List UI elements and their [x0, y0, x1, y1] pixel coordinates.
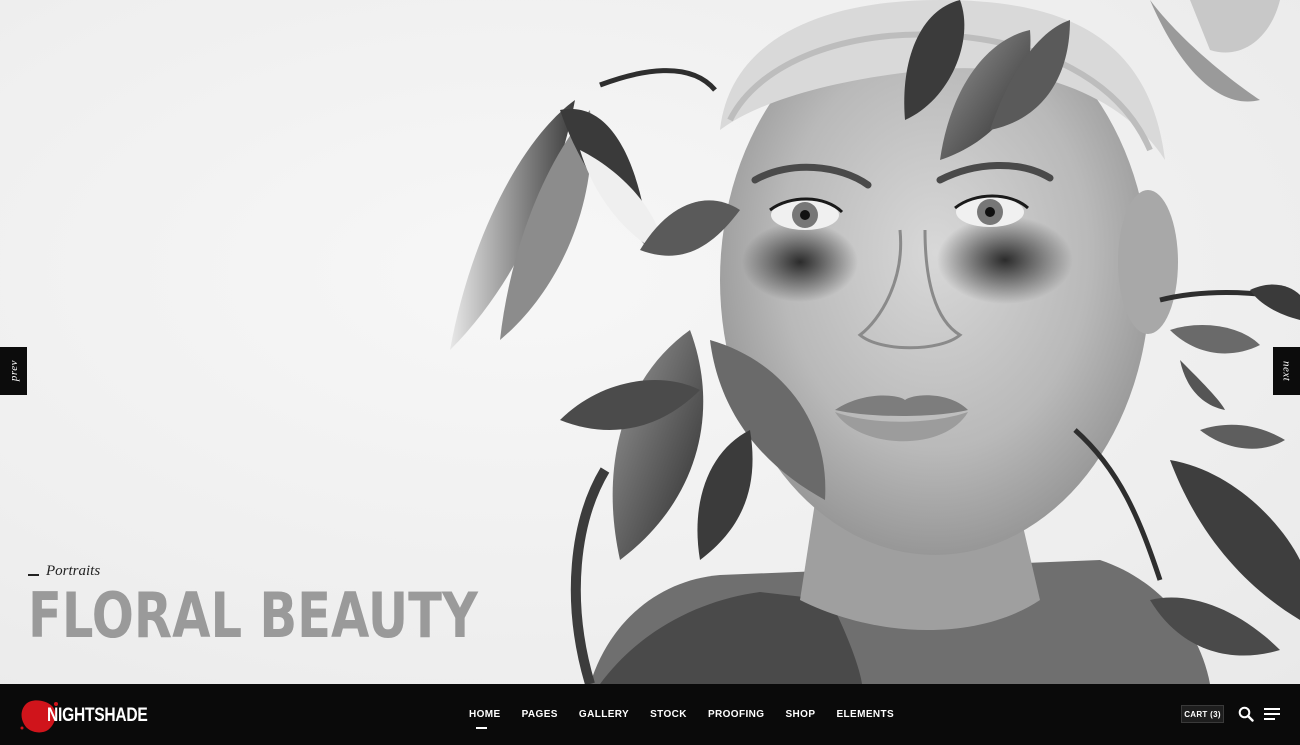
nav-gallery-label: GALLERY — [578, 709, 630, 720]
brand-logo[interactable]: NIGHTSHADE — [20, 698, 170, 734]
nav-stock-label: STOCK — [650, 709, 687, 720]
category-dash — [28, 574, 39, 576]
search-icon[interactable] — [1238, 706, 1254, 722]
nav-proofing-label: PROOFING — [707, 709, 765, 720]
bottom-navbar: NIGHTSHADE HOME PAGES GALLERY STOCK PROO… — [0, 684, 1300, 745]
active-indicator — [476, 727, 487, 729]
nav-pages-label: PAGES — [521, 709, 558, 720]
nav-pages[interactable]: PAGES — [522, 709, 558, 720]
main-menu: HOME PAGES GALLERY STOCK PROOFING SHOP E… — [469, 684, 915, 745]
nav-stock[interactable]: STOCK — [650, 709, 687, 720]
prev-slide-button[interactable]: prev — [0, 347, 27, 395]
nav-gallery[interactable]: GALLERY — [579, 709, 629, 720]
hamburger-menu-icon[interactable] — [1264, 708, 1280, 721]
next-label: next — [1280, 360, 1293, 382]
nav-elements[interactable]: ELEMENTS — [836, 709, 894, 720]
nav-home[interactable]: HOME — [469, 709, 501, 729]
cart-button[interactable]: CART (3) — [1181, 705, 1224, 723]
slide-title: FLORAL BEAUTY — [28, 579, 478, 652]
prev-label: prev — [7, 360, 20, 382]
slide-category: Portraits — [28, 563, 590, 580]
nav-shop[interactable]: SHOP — [785, 709, 815, 720]
nav-shop-label: SHOP — [785, 709, 816, 720]
brand-name: NIGHTSHADE — [47, 705, 148, 726]
category-label: Portraits — [46, 563, 101, 579]
next-slide-button[interactable]: next — [1273, 347, 1300, 395]
nav-home-label: HOME — [469, 709, 501, 720]
nav-elements-label: ELEMENTS — [836, 709, 895, 720]
nav-proofing[interactable]: PROOFING — [708, 709, 765, 720]
slide-caption: Portraits FLORAL BEAUTY — [28, 563, 590, 648]
